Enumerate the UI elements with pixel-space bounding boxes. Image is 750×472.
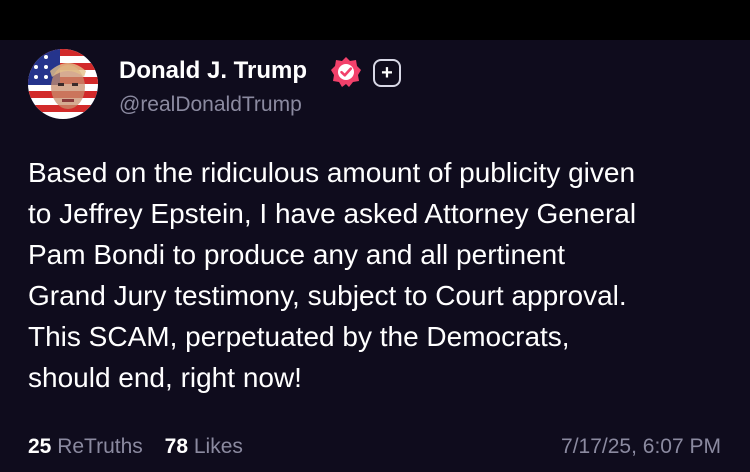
retruths-label: ReTruths [57,435,143,458]
engagement-stats: 25 ReTruths 78 Likes [28,435,259,459]
post-text-line: Pam Bondi to produce any and all pertine… [28,239,566,270]
author-name[interactable]: Donald J. Trump [119,57,307,85]
post-text: Based on the ridiculous amount of public… [28,152,733,398]
post-timestamp[interactable]: 7/17/25, 6:07 PM [561,435,721,459]
plus-icon: + [381,62,393,84]
post-card: Donald J. Trump + @realDonaldTrump Based… [0,40,750,472]
avatar-image [28,49,98,119]
likes-count: 78 [164,435,188,458]
avatar[interactable] [28,49,98,119]
retruths-stat[interactable]: 25 ReTruths [28,435,143,458]
retruths-count: 25 [28,435,52,458]
post-text-line: This SCAM, perpetuated by the Democrats, [28,321,570,352]
post-text-line: Based on the ridiculous amount of public… [28,157,636,188]
follow-plus-button[interactable]: + [373,59,401,87]
post-text-line: to Jeffrey Epstein, I have asked Attorne… [28,198,637,229]
likes-label: Likes [193,435,243,458]
post-text-line: Grand Jury testimony, subject to Court a… [28,280,627,311]
likes-stat[interactable]: 78 Likes [165,435,243,458]
post-text-line: should end, right now! [28,362,302,393]
status-bar [0,0,750,40]
verified-badge-icon [330,56,362,88]
author-handle[interactable]: @realDonaldTrump [119,93,302,117]
